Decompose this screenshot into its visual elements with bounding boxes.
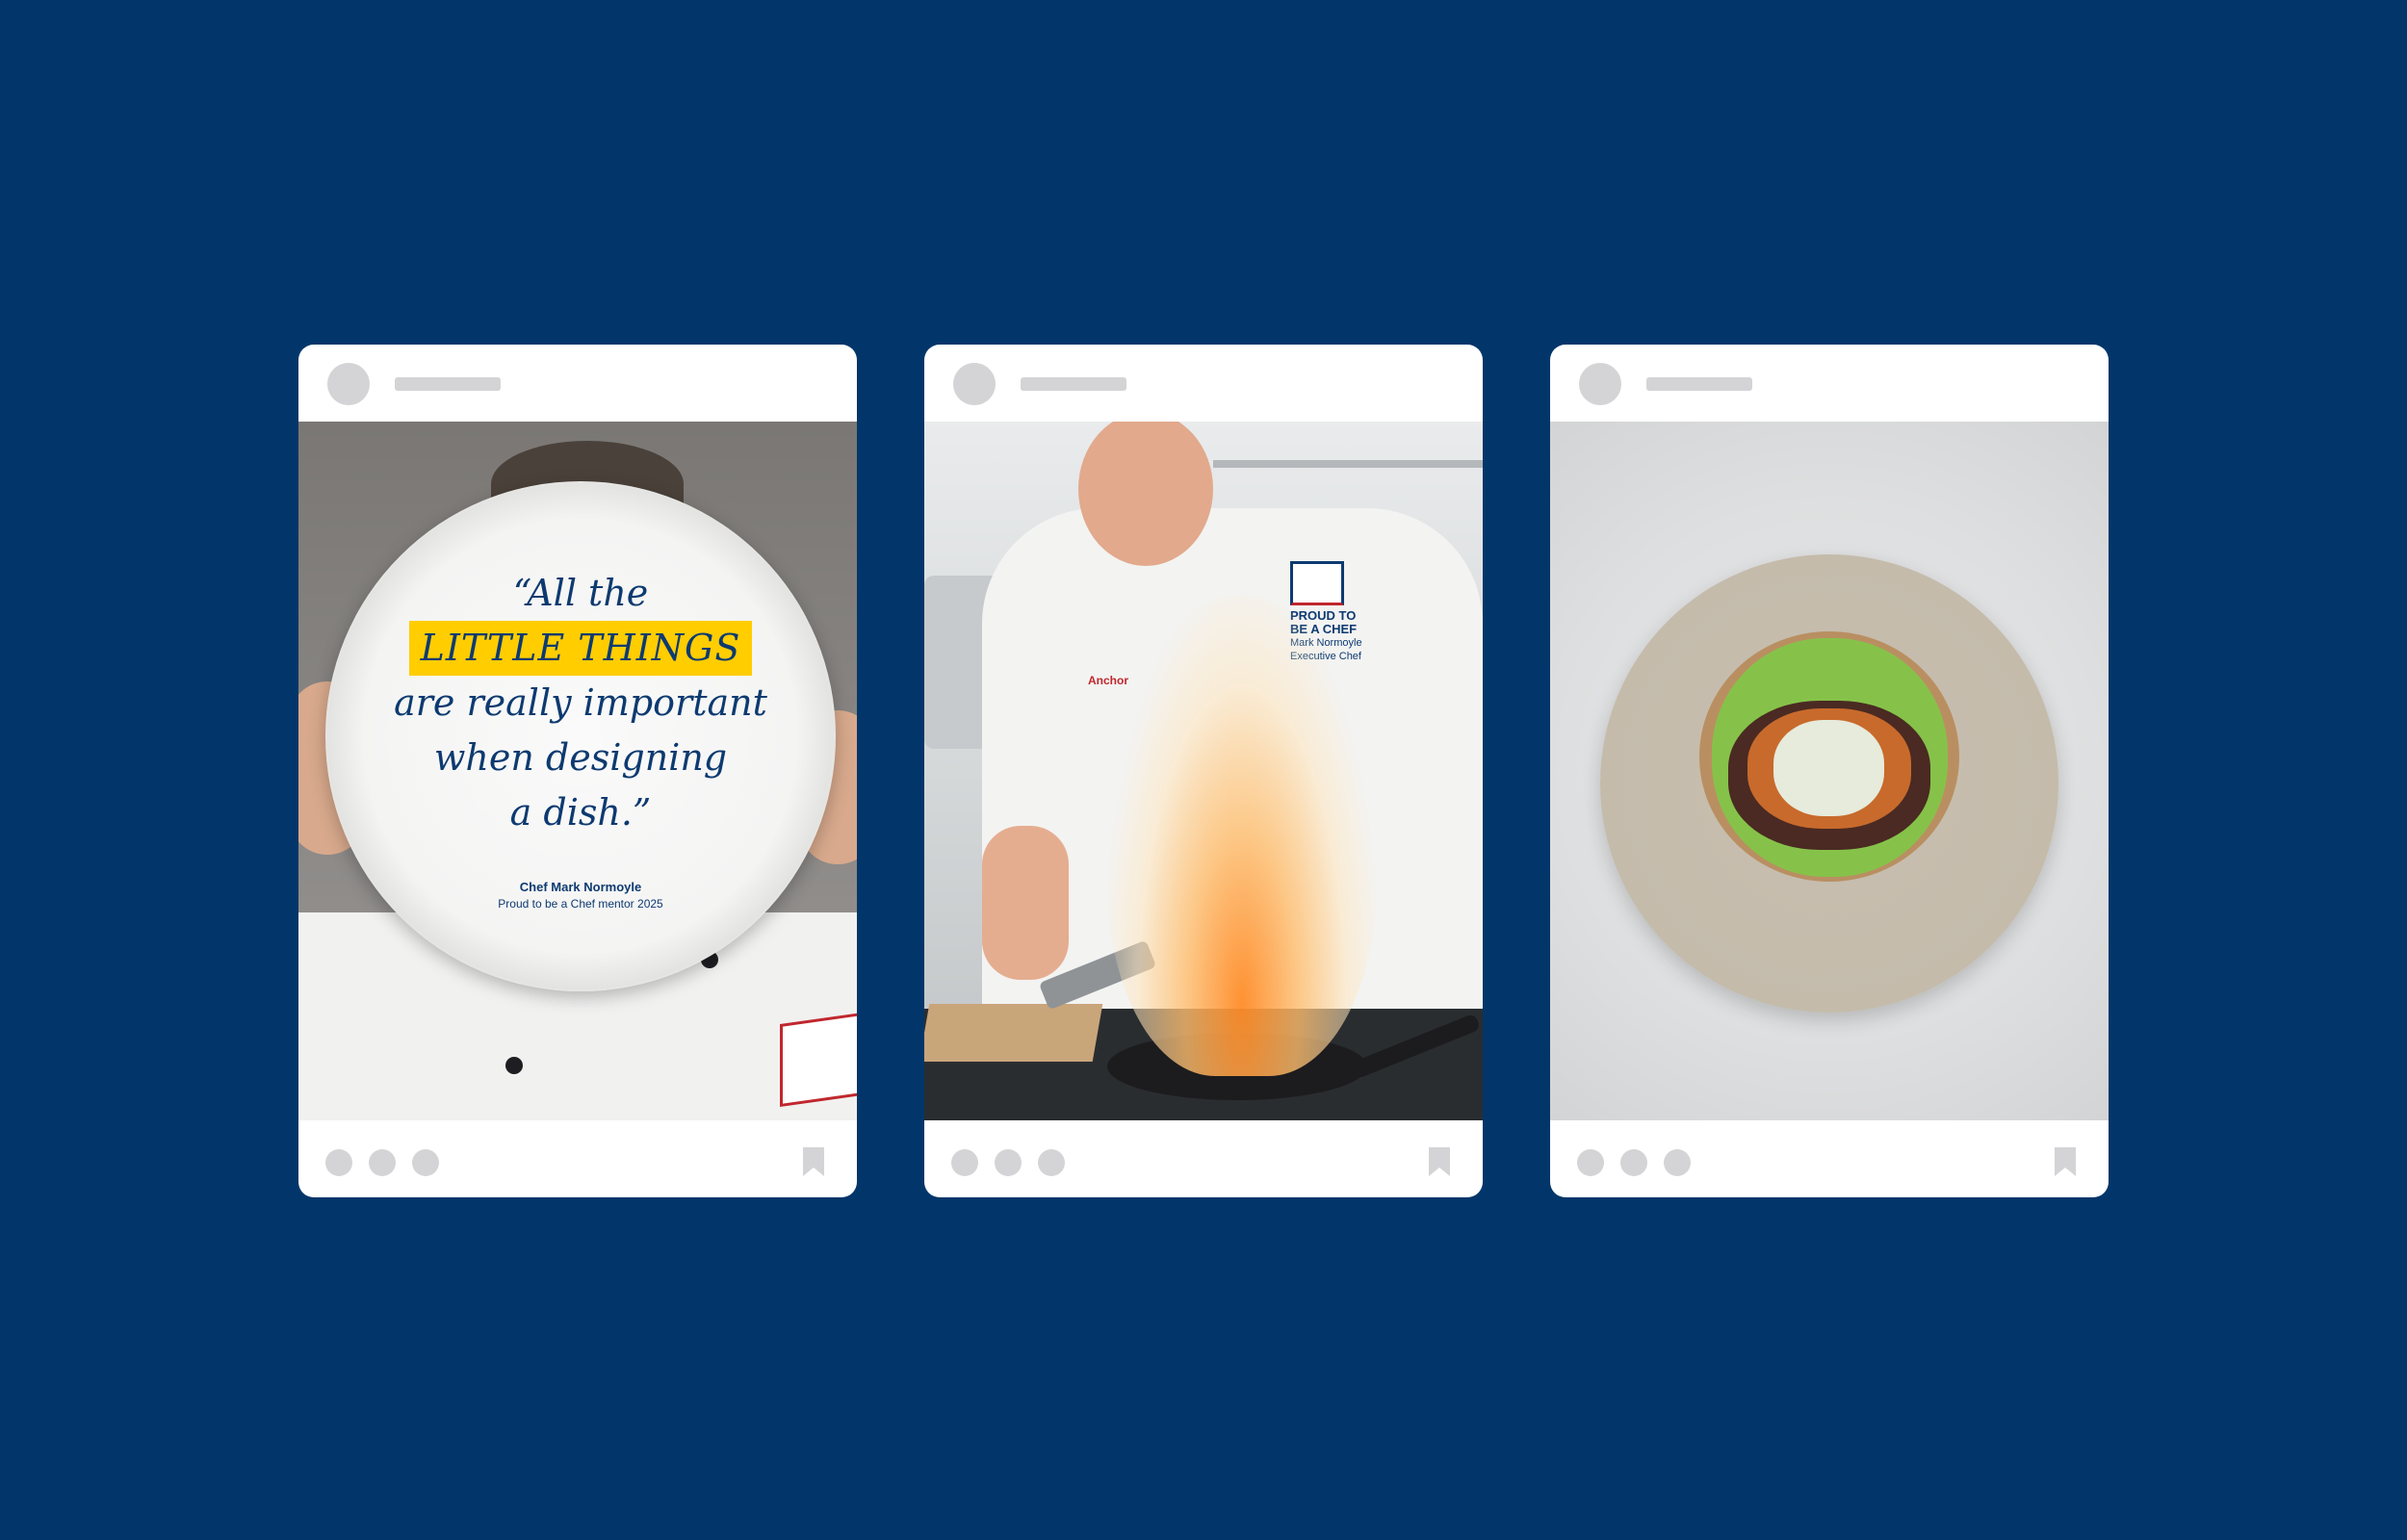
post-header xyxy=(924,345,1483,422)
post-actions xyxy=(1550,1120,2109,1197)
bookmark-icon[interactable] xyxy=(1429,1147,1450,1176)
plate-quote: “All the LITTLE THINGS are really import… xyxy=(298,566,857,840)
like-icon[interactable] xyxy=(325,1149,352,1176)
avatar[interactable] xyxy=(1579,363,1621,405)
kitchen-shelf xyxy=(1213,460,1483,468)
post-header xyxy=(298,345,857,422)
chef-arm xyxy=(982,826,1069,980)
quote-line-3: are really important xyxy=(394,681,767,724)
avatar[interactable] xyxy=(953,363,996,405)
comment-icon[interactable] xyxy=(1620,1149,1647,1176)
post-image-plated-dish[interactable] xyxy=(1550,422,2109,1120)
username-placeholder[interactable] xyxy=(1021,377,1126,391)
quote-line-4: when designing xyxy=(433,736,728,779)
social-post-card-3 xyxy=(1550,345,2109,1197)
share-icon[interactable] xyxy=(1664,1149,1691,1176)
avatar[interactable] xyxy=(327,363,370,405)
post-actions xyxy=(924,1120,1483,1197)
post-image-chef-flambe[interactable]: PROUD TO BE A CHEF Mark Normoyle Executi… xyxy=(924,422,1483,1120)
signature-name: Chef Mark Normoyle xyxy=(519,880,642,894)
post-actions xyxy=(298,1120,857,1197)
post-header xyxy=(1550,345,2109,422)
username-placeholder[interactable] xyxy=(1646,377,1752,391)
quote-line-5: a dish.” xyxy=(509,791,652,834)
bookmark-icon[interactable] xyxy=(803,1147,824,1176)
share-icon[interactable] xyxy=(412,1149,439,1176)
social-post-card-2: PROUD TO BE A CHEF Mark Normoyle Executi… xyxy=(924,345,1483,1197)
social-post-card-1: “All the LITTLE THINGS are really import… xyxy=(298,345,857,1197)
proud-logo-mark xyxy=(1290,561,1344,605)
quote-line-1: “All the xyxy=(512,572,649,614)
herb-butter xyxy=(1773,720,1884,816)
like-icon[interactable] xyxy=(951,1149,978,1176)
signature-role: Proud to be a Chef mentor 2025 xyxy=(498,897,663,911)
share-icon[interactable] xyxy=(1038,1149,1065,1176)
post-image-plate-quote[interactable]: “All the LITTLE THINGS are really import… xyxy=(298,422,857,1120)
like-icon[interactable] xyxy=(1577,1149,1604,1176)
flame xyxy=(1107,595,1377,1076)
jacket-logo-badge xyxy=(780,1012,857,1108)
cutting-board xyxy=(924,1004,1103,1062)
jacket-button xyxy=(505,1057,523,1074)
bookmark-icon[interactable] xyxy=(2055,1147,2076,1176)
comment-icon[interactable] xyxy=(995,1149,1022,1176)
comment-icon[interactable] xyxy=(369,1149,396,1176)
username-placeholder[interactable] xyxy=(395,377,501,391)
quote-highlight: LITTLE THINGS xyxy=(408,621,753,676)
